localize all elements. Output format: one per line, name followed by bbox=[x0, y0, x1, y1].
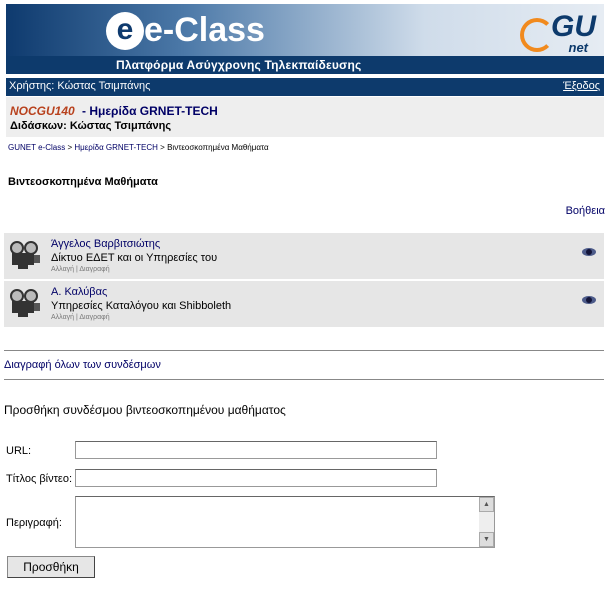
scroll-down-icon[interactable]: ▼ bbox=[479, 532, 494, 547]
tagline-strip: Πλατφόρμα Ασύγχρονης Τηλεκπαίδευσης bbox=[6, 56, 604, 74]
gunet-logo: GU net bbox=[516, 12, 596, 58]
divider bbox=[4, 350, 604, 351]
add-button[interactable]: Προσθήκη bbox=[7, 556, 95, 578]
video-author-link[interactable]: Α. Καλύβας bbox=[51, 286, 107, 298]
actions-separator: | bbox=[75, 266, 78, 273]
page-title: Βιντεοσκοπημένα Μαθήματα bbox=[8, 176, 158, 188]
breadcrumb: GUNET e-Class > Ημερίδα GRNET-TECH > Βιν… bbox=[8, 143, 269, 152]
eye-icon[interactable] bbox=[582, 296, 596, 304]
video-actions: Αλλαγή | Διαγραφή bbox=[51, 266, 110, 273]
video-author-link[interactable]: Άγγελος Βαρβιτσιώτης bbox=[51, 238, 160, 250]
divider bbox=[4, 379, 604, 380]
course-header: NOCGU140 - Ημερίδα GRNET-TECH Διδάσκων: … bbox=[6, 97, 604, 137]
delete-all-links[interactable]: Διαγραφή όλων των συνδέσμων bbox=[4, 359, 161, 371]
header-banner: e e-Class GU net Πλατφόρμα Ασύγχρονης Τη… bbox=[6, 4, 604, 74]
edit-link[interactable]: Αλλαγή bbox=[51, 266, 74, 273]
projector-icon bbox=[8, 239, 42, 271]
logo-text: e-Class bbox=[144, 11, 265, 49]
edit-link[interactable]: Αλλαγή bbox=[51, 314, 74, 321]
scroll-up-icon[interactable]: ▲ bbox=[479, 497, 494, 512]
breadcrumb-separator: > bbox=[67, 143, 73, 152]
url-label: URL: bbox=[6, 445, 32, 457]
course-name: - Ημερίδα GRNET-TECH bbox=[82, 104, 218, 118]
description-label: Περιγραφή: bbox=[6, 517, 62, 529]
eye-icon[interactable] bbox=[582, 248, 596, 256]
video-title-input[interactable] bbox=[75, 469, 437, 487]
video-title-label: Τίτλος βίντεο: bbox=[6, 473, 73, 485]
description-textarea[interactable]: ▲ ▼ bbox=[75, 496, 495, 548]
gunet-swirl-icon bbox=[520, 18, 554, 52]
gunet-logo-text: GU bbox=[551, 10, 596, 43]
logout-link[interactable]: Έξοδος bbox=[563, 80, 600, 92]
video-row: Άγγελος Βαρβιτσιώτης Δίκτυο ΕΔΕΤ και οι … bbox=[4, 233, 604, 279]
help-link[interactable]: Βοήθεια bbox=[566, 205, 605, 217]
video-title: Υπηρεσίες Καταλόγου και Shibboleth bbox=[51, 300, 232, 312]
user-bar: Χρήστης: Κώστας Τσιμπάνης Έξοδος bbox=[6, 78, 604, 96]
delete-link[interactable]: Διαγραφή bbox=[79, 314, 109, 321]
breadcrumb-home[interactable]: GUNET e-Class bbox=[8, 143, 65, 152]
user-label: Χρήστης: Κώστας Τσιμπάνης bbox=[9, 80, 151, 92]
course-code: NOCGU140 bbox=[10, 104, 75, 118]
url-input[interactable] bbox=[75, 441, 437, 459]
gunet-logo-subtext: net bbox=[568, 40, 589, 55]
form-heading: Προσθήκη συνδέσμου βιντεοσκοπημένου μαθή… bbox=[4, 403, 286, 417]
video-actions: Αλλαγή | Διαγραφή bbox=[51, 314, 110, 321]
video-title: Δίκτυο ΕΔΕΤ και οι Υπηρεσίες του bbox=[51, 252, 218, 264]
delete-link[interactable]: Διαγραφή bbox=[79, 266, 109, 273]
actions-separator: | bbox=[75, 314, 78, 321]
breadcrumb-current: Βιντεοσκοπημένα Μαθήματα bbox=[167, 143, 269, 152]
breadcrumb-separator: > bbox=[160, 143, 165, 152]
platform-tagline: Πλατφόρμα Ασύγχρονης Τηλεκπαίδευσης bbox=[116, 58, 362, 72]
video-row: Α. Καλύβας Υπηρεσίες Καταλόγου και Shibb… bbox=[4, 281, 604, 327]
projector-icon bbox=[8, 287, 42, 319]
breadcrumb-course[interactable]: Ημερίδα GRNET-TECH bbox=[74, 143, 158, 152]
textarea-scrollbar[interactable]: ▲ ▼ bbox=[479, 497, 494, 547]
logo-e-circle: e bbox=[106, 12, 144, 50]
course-professor: Διδάσκων: Κώστας Τσιμπάνης bbox=[10, 120, 172, 132]
